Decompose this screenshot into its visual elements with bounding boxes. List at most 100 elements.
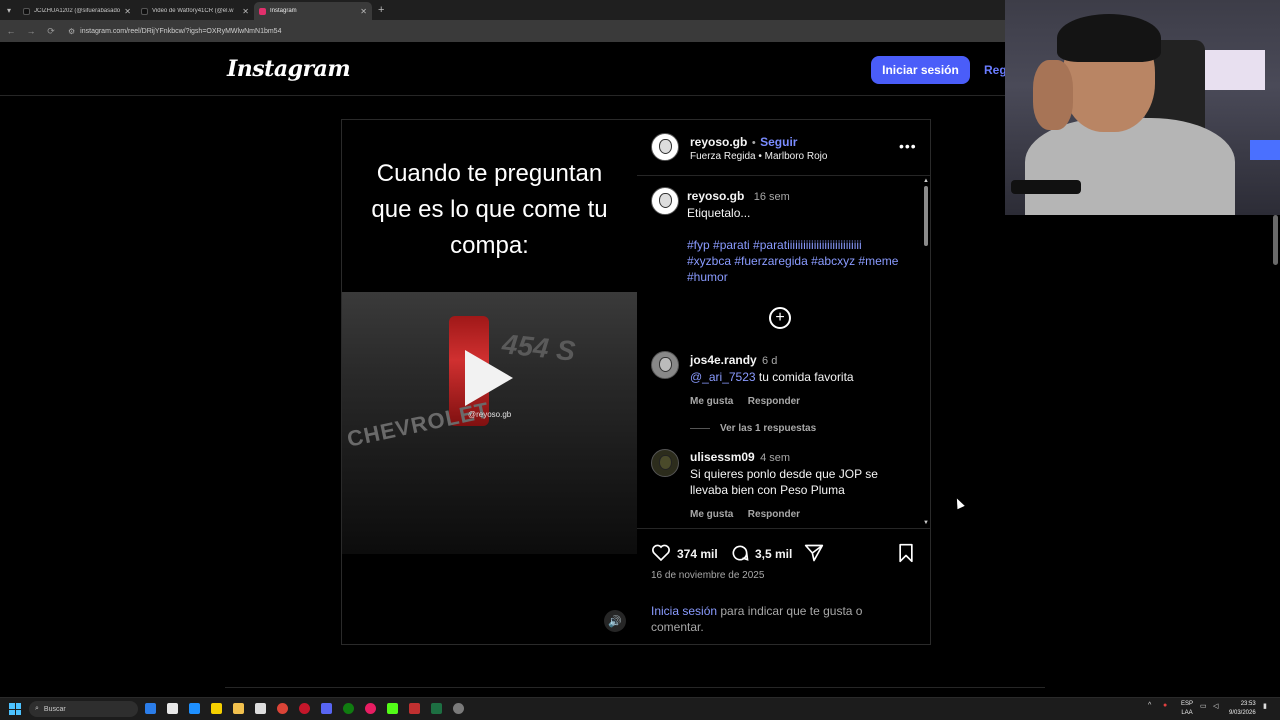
network-icon[interactable]: ▭ xyxy=(1200,702,1207,710)
reel-media[interactable]: Cuando te preguntan que es lo que come t… xyxy=(342,120,637,644)
volume-icon[interactable]: 🔊 xyxy=(604,610,626,632)
notification-icon[interactable]: ▮ xyxy=(1263,702,1267,710)
taskbar-search[interactable]: ⌕ Buscar xyxy=(29,701,138,717)
new-tab-button[interactable]: + xyxy=(378,4,384,16)
mail-icon[interactable] xyxy=(189,703,200,714)
comment-actions: Me gusta Responder xyxy=(690,504,915,522)
comment-item: ulisessm09 4 sem Si quieres ponlo desde … xyxy=(690,449,915,522)
tab-list-icon[interactable]: ▾ xyxy=(0,0,18,20)
reply-button[interactable]: Responder xyxy=(748,396,800,407)
snipping-tool-icon[interactable] xyxy=(255,703,266,714)
comments-scrollbar[interactable]: ▲ ▼ xyxy=(923,178,929,528)
volume-tray-icon[interactable]: ◁ xyxy=(1213,702,1218,710)
microphone xyxy=(1011,180,1081,194)
opera-icon[interactable] xyxy=(299,703,310,714)
hashtags-line[interactable]: #humor xyxy=(687,269,917,285)
avatar-face xyxy=(658,192,672,208)
back-icon[interactable]: ← xyxy=(6,26,16,36)
comment-avatar[interactable] xyxy=(651,449,679,477)
comment-body: llevaba bien con Peso Pluma xyxy=(690,483,845,497)
post-date: 16 de noviembre de 2025 xyxy=(651,570,765,581)
overlay-line: Cuando te preguntan xyxy=(376,160,603,187)
reply-button[interactable]: Responder xyxy=(748,509,800,520)
url-field[interactable]: ⚙ instagram.com/reel/DRijYFnkbcw/?igsh=O… xyxy=(68,27,281,36)
heart-icon[interactable] xyxy=(651,543,671,562)
login-link[interactable]: Inicia sesión xyxy=(651,604,717,618)
register-link[interactable]: Reg xyxy=(984,63,1007,77)
site-info-icon[interactable]: ⚙ xyxy=(68,27,75,36)
login-button[interactable]: Iniciar sesión xyxy=(871,56,970,84)
comment-mention[interactable]: @_ari_7523 xyxy=(690,370,756,384)
instagram-logo[interactable]: Instagram xyxy=(227,56,351,82)
video-overlay-caption: Cuando te preguntan que es lo que come t… xyxy=(342,156,637,264)
discord-icon[interactable] xyxy=(321,703,332,714)
comment-avatar[interactable] xyxy=(651,351,679,379)
hashtags-line[interactable]: #fyp #parati #paratiiiiiiiiiiiiiiiiiiiii… xyxy=(687,237,917,253)
caption-username[interactable]: reyoso.gb xyxy=(687,189,744,203)
close-icon[interactable]: ✕ xyxy=(242,7,249,16)
mouse-cursor-icon xyxy=(953,496,965,510)
bookmark-icon[interactable] xyxy=(897,543,915,563)
page-scrollbar[interactable] xyxy=(1273,215,1278,265)
scroll-down-icon[interactable]: ▼ xyxy=(923,520,929,526)
language-indicator[interactable]: ESP LAA xyxy=(1181,700,1193,718)
load-more-icon[interactable]: + xyxy=(769,307,791,329)
notes-icon[interactable] xyxy=(211,703,222,714)
author-line: reyoso.gb • Seguir xyxy=(690,133,797,151)
like-comment-button[interactable]: Me gusta xyxy=(690,509,733,520)
settings-icon[interactable] xyxy=(453,703,464,714)
caption-time: 16 sem xyxy=(753,191,790,203)
mic-icon[interactable]: ● xyxy=(1163,702,1167,709)
media-player-icon[interactable] xyxy=(365,703,376,714)
comment-time: 6 d xyxy=(762,355,778,367)
widgets-icon[interactable] xyxy=(145,703,156,714)
person-body xyxy=(1025,118,1235,215)
file-explorer-icon[interactable] xyxy=(233,703,244,714)
follow-button[interactable]: Seguir xyxy=(760,135,797,149)
share-icon[interactable] xyxy=(804,543,824,563)
forward-icon[interactable]: → xyxy=(26,26,36,36)
audio-label[interactable]: Fuerza Regida • Marlboro Rojo xyxy=(690,151,827,162)
comment-username[interactable]: jos4e.randy xyxy=(690,353,757,367)
author-username[interactable]: reyoso.gb xyxy=(690,135,747,149)
scroll-thumb[interactable] xyxy=(924,186,928,246)
windows-start-icon[interactable] xyxy=(9,703,21,715)
like-comment-button[interactable]: Me gusta xyxy=(690,396,733,407)
likes-count[interactable]: 374 mil xyxy=(677,547,718,561)
comment-icon[interactable] xyxy=(730,543,750,563)
view-replies-label[interactable]: Ver las 1 respuestas xyxy=(720,423,816,434)
play-icon[interactable] xyxy=(465,350,513,406)
scroll-up-icon[interactable]: ▲ xyxy=(923,178,929,184)
person-hand xyxy=(1033,60,1073,130)
kick-icon[interactable] xyxy=(387,703,398,714)
xbox-icon[interactable] xyxy=(343,703,354,714)
author-avatar[interactable] xyxy=(651,133,679,161)
excel-icon[interactable] xyxy=(431,703,442,714)
comment-body: Si quieres ponlo desde que JOP se xyxy=(690,467,878,481)
close-icon[interactable]: ✕ xyxy=(360,7,367,16)
divider-line xyxy=(690,428,710,429)
windows-taskbar: ⌕ Buscar ^ ● ESP LAA ▭ ◁ 23:53 9/03/2026… xyxy=(0,697,1280,720)
video-frame[interactable]: 454 S CHEVROLET @reyoso.gb xyxy=(342,292,637,554)
recorder-icon[interactable] xyxy=(409,703,420,714)
comment-username[interactable]: ulisessm09 xyxy=(690,450,755,464)
browser-tab-2[interactable]: Video de Watfory41CR (@el.w ✕ xyxy=(136,2,254,20)
tray-chevron-icon[interactable]: ^ xyxy=(1148,702,1151,709)
close-icon[interactable]: ✕ xyxy=(124,7,131,16)
browser-tab-1[interactable]: JCIZHUA1202 (@sifuerabasado ✕ xyxy=(18,2,136,20)
lang-top: ESP xyxy=(1181,701,1194,707)
hashtags-line[interactable]: #xyzbca #fuerzaregida #abcxyz #meme xyxy=(687,253,917,269)
comments-list[interactable]: reyoso.gb 16 sem Etiquetalo... #fyp #par… xyxy=(637,177,930,527)
view-replies[interactable]: Ver las 1 respuestas xyxy=(690,423,915,434)
comment-time: 4 sem xyxy=(760,452,791,464)
caption-avatar[interactable] xyxy=(651,187,679,215)
more-options-icon[interactable]: ••• xyxy=(899,138,917,154)
task-view-icon[interactable] xyxy=(167,703,178,714)
comments-count[interactable]: 3,5 mil xyxy=(755,547,792,561)
caption-block: reyoso.gb 16 sem Etiquetalo... #fyp #par… xyxy=(687,188,917,285)
reload-icon[interactable]: ⟳ xyxy=(46,26,56,37)
chrome-icon[interactable] xyxy=(277,703,288,714)
browser-tab-instagram[interactable]: Instagram ✕ xyxy=(254,2,372,20)
instagram-header: Instagram Iniciar sesión Reg xyxy=(0,42,1007,96)
system-clock[interactable]: 23:53 9/03/2026 xyxy=(1229,700,1256,718)
